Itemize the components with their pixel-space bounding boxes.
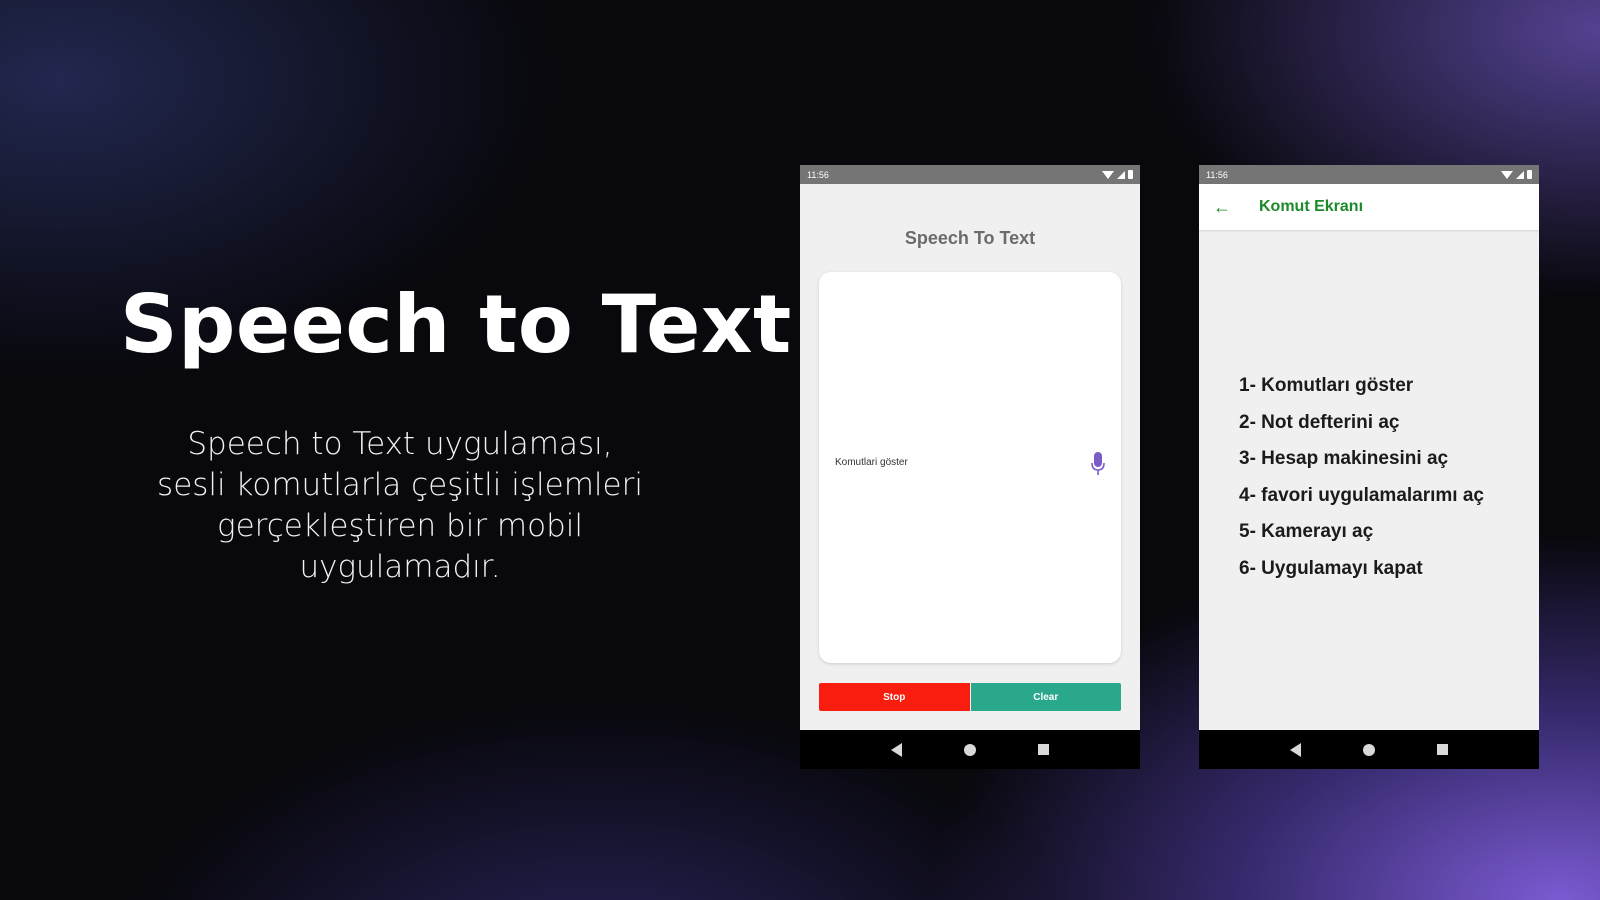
recents-nav-icon[interactable] [1437,744,1448,755]
app-title: Speech To Text [904,228,1036,248]
microphone-icon[interactable] [1091,452,1105,476]
status-icons [1501,170,1532,179]
home-nav-icon[interactable] [1363,743,1375,756]
battery-icon [1128,170,1133,179]
status-icons [1102,170,1133,179]
list-item: 2- Not defterini aç [1239,411,1400,433]
toolbar: ← Komut Ekranı [1199,184,1539,230]
stop-button[interactable]: Stop [819,683,970,711]
system-nav-bar [1199,730,1539,769]
signal-icon [1516,170,1524,179]
toolbar-title: Komut Ekranı [1259,198,1364,215]
phone-commands-screen: 11:56 ← Komut Ekranı 1- Komutları göster… [1199,165,1539,769]
status-bar: 11:56 [800,165,1140,184]
phone-speech-screen: 11:56 Speech To Text Komutlari göster St… [800,165,1140,769]
status-time: 11:56 [1206,169,1228,180]
wifi-icon [1102,170,1114,179]
battery-icon [1527,170,1532,179]
list-item: 6- Uygulamayı kapat [1239,557,1423,579]
clear-button[interactable]: Clear [970,683,1121,711]
list-item: 1- Komutları göster [1239,375,1414,396]
recents-nav-icon[interactable] [1038,744,1049,755]
command-list: 1- Komutları göster 2- Not defterini aç … [1239,373,1484,592]
home-nav-icon[interactable] [964,743,976,756]
list-item: 3- Hesap makinesini aç [1239,448,1449,469]
hero-description: Speech to Text uygulaması, sesli komutla… [157,426,643,585]
action-buttons: Stop Clear [819,683,1121,711]
system-nav-bar [800,730,1140,769]
signal-icon [1117,170,1125,179]
back-nav-icon[interactable] [1290,742,1301,757]
list-item: 4- favori uygulamalarımı aç [1239,484,1484,506]
status-bar: 11:56 [1199,165,1539,184]
wifi-icon [1501,170,1513,179]
recognized-text: Komutlari göster [835,457,908,468]
hero-title: Speech to Text [120,278,792,371]
back-arrow-icon[interactable]: ← [1213,197,1237,218]
status-time: 11:56 [807,169,829,180]
back-nav-icon[interactable] [891,742,902,757]
recognized-text-card: Komutlari göster [819,272,1121,663]
list-item: 5- Kamerayı aç [1239,521,1374,542]
